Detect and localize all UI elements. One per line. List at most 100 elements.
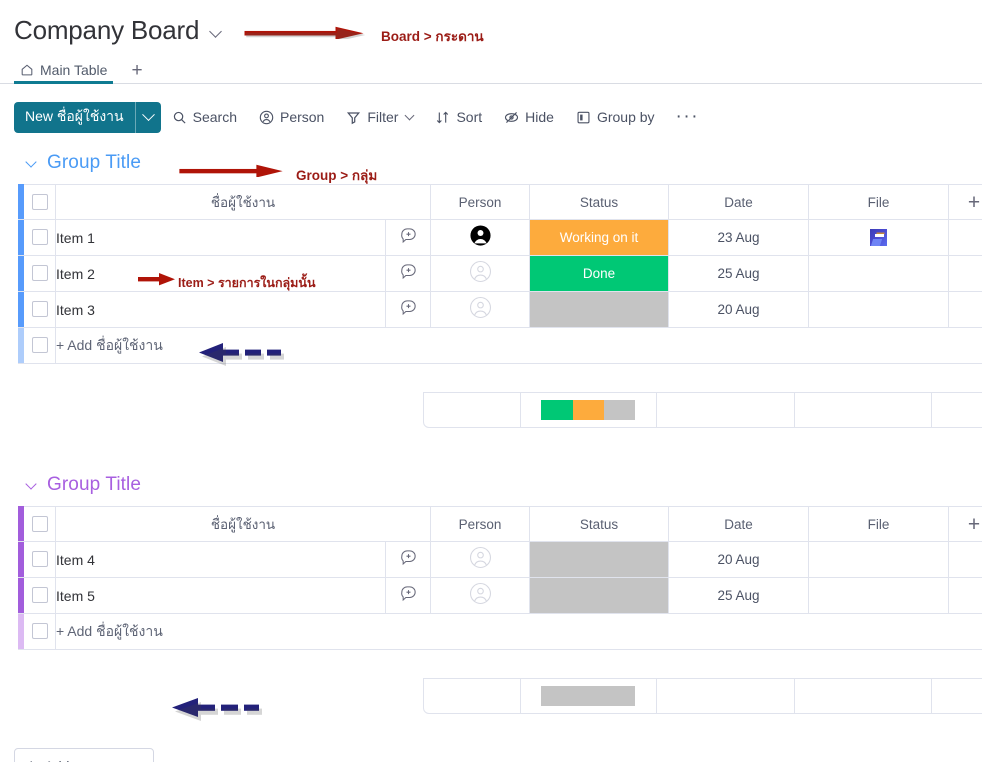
group-by-icon (576, 110, 591, 125)
column-header-person[interactable]: Person (431, 184, 530, 220)
table-row: Item 5 25 Aug (18, 578, 982, 614)
add-item-label[interactable]: + Add ชื่อผู้ใช้งาน (56, 614, 982, 650)
add-row-checkbox[interactable] (31, 337, 48, 354)
column-header-name[interactable]: ชื่อผู้ใช้งาน (56, 184, 431, 220)
date-cell[interactable]: 23 Aug (669, 220, 809, 256)
date-cell[interactable]: 25 Aug (669, 256, 809, 292)
updates-cell[interactable] (386, 256, 431, 292)
select-all-checkbox[interactable] (31, 515, 48, 532)
add-new-group-button[interactable]: + Add new group (14, 748, 154, 762)
more-options-button[interactable]: ··· (666, 107, 709, 127)
status-cell[interactable] (530, 542, 669, 578)
add-item-row[interactable]: + Add ชื่อผู้ใช้งาน (18, 614, 982, 650)
column-header-file[interactable]: File (809, 184, 949, 220)
hide-button[interactable]: Hide (493, 102, 565, 132)
column-header-date[interactable]: Date (669, 506, 809, 542)
page-title: Company Board (14, 15, 200, 45)
status-distribution-bar (541, 400, 636, 420)
select-all-checkbox[interactable] (31, 193, 48, 210)
table-row: Item 1 Working on it 23 Aug (18, 220, 982, 256)
column-header-name[interactable]: ชื่อผู้ใช้งาน (56, 506, 431, 542)
filter-button[interactable]: Filter (335, 102, 424, 132)
updates-cell[interactable] (386, 220, 431, 256)
column-header-status[interactable]: Status (530, 506, 669, 542)
person-cell[interactable] (431, 256, 530, 292)
person-label: Person (279, 109, 325, 125)
board-title-chevron-down-icon[interactable] (209, 24, 225, 40)
item-name[interactable]: Item 2 (56, 256, 386, 292)
row-checkbox[interactable] (31, 587, 48, 604)
board-title-row: Company Board (14, 12, 982, 48)
add-update-icon (399, 584, 418, 608)
summary-date-cell (657, 678, 795, 714)
file-cell[interactable] (809, 578, 949, 614)
date-cell[interactable]: 20 Aug (669, 542, 809, 578)
summary-status-cell[interactable] (520, 678, 658, 714)
add-column-button[interactable]: + (949, 506, 982, 542)
group-by-button[interactable]: Group by (565, 102, 666, 132)
item-name[interactable]: Item 5 (56, 578, 386, 614)
add-row-checkbox[interactable] (31, 623, 48, 640)
group-1: Group Title ชื่อผู้ใช้งาน Person Status … (0, 150, 982, 428)
tab-main-table[interactable]: Main Table (14, 62, 121, 84)
group-2-collapse-chevron-icon[interactable] (27, 480, 38, 491)
item-name[interactable]: Item 3 (56, 292, 386, 328)
new-item-button[interactable]: New ชื่อผู้ใช้งาน (14, 101, 161, 133)
column-header-date[interactable]: Date (669, 184, 809, 220)
person-cell[interactable] (431, 220, 530, 256)
dist-segment-working (572, 400, 604, 420)
group-1-title[interactable]: Group Title (47, 152, 141, 174)
add-update-icon (399, 226, 418, 250)
table-row: Item 4 20 Aug (18, 542, 982, 578)
status-cell[interactable]: Working on it (530, 220, 669, 256)
status-cell[interactable] (530, 578, 669, 614)
date-cell[interactable]: 20 Aug (669, 292, 809, 328)
column-header-person[interactable]: Person (431, 506, 530, 542)
person-cell[interactable] (431, 542, 530, 578)
row-checkbox[interactable] (31, 265, 48, 282)
row-end-cell (949, 578, 982, 614)
row-checkbox-cell (24, 292, 56, 328)
row-checkbox-cell (24, 578, 56, 614)
row-checkbox[interactable] (31, 229, 48, 246)
row-checkbox[interactable] (31, 551, 48, 568)
add-item-label[interactable]: + Add ชื่อผู้ใช้งาน (56, 328, 982, 364)
date-cell[interactable]: 25 Aug (669, 578, 809, 614)
search-button[interactable]: Search (161, 102, 248, 132)
file-cell[interactable] (809, 292, 949, 328)
add-update-icon (399, 262, 418, 286)
person-cell[interactable] (431, 578, 530, 614)
file-cell[interactable] (809, 542, 949, 578)
new-item-dropdown-button[interactable] (134, 101, 161, 133)
updates-cell[interactable] (386, 542, 431, 578)
status-cell[interactable]: Done (530, 256, 669, 292)
row-checkbox-cell (24, 542, 56, 578)
updates-cell[interactable] (386, 292, 431, 328)
person-filter-button[interactable]: Person (248, 102, 335, 132)
column-header-status[interactable]: Status (530, 184, 669, 220)
avatar (469, 224, 492, 252)
person-cell[interactable] (431, 292, 530, 328)
add-tab-button[interactable]: + (121, 61, 152, 84)
item-name[interactable]: Item 4 (56, 542, 386, 578)
group-2-title[interactable]: Group Title (47, 474, 141, 496)
avatar-placeholder-icon (469, 296, 492, 324)
status-cell[interactable] (530, 292, 669, 328)
sort-button[interactable]: Sort (424, 102, 493, 132)
group-1-collapse-chevron-icon[interactable] (27, 158, 38, 169)
status-badge (530, 542, 668, 577)
person-icon (259, 110, 274, 125)
summary-file-cell (794, 678, 932, 714)
column-header-file[interactable]: File (809, 506, 949, 542)
add-item-row[interactable]: + Add ชื่อผู้ใช้งาน (18, 328, 982, 364)
summary-spacer (18, 392, 423, 428)
file-cell[interactable] (809, 256, 949, 292)
file-cell[interactable] (809, 220, 949, 256)
summary-status-cell[interactable] (520, 392, 658, 428)
row-checkbox[interactable] (31, 301, 48, 318)
row-checkbox-cell (24, 220, 56, 256)
item-name[interactable]: Item 1 (56, 220, 386, 256)
updates-cell[interactable] (386, 578, 431, 614)
row-checkbox-cell (24, 256, 56, 292)
add-column-button[interactable]: + (949, 184, 982, 220)
